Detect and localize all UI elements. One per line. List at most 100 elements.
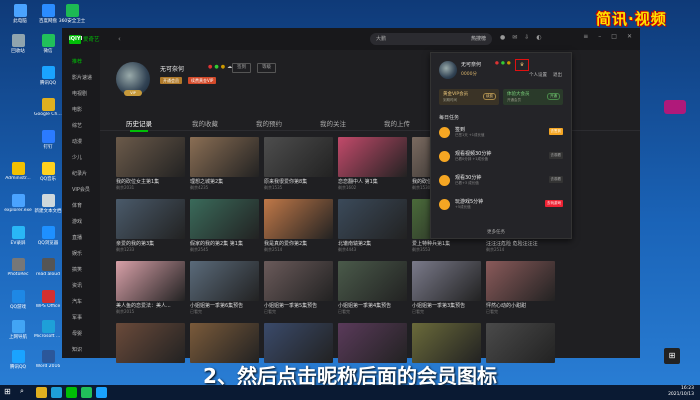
video-card[interactable]: 小姐姐第一季第3集预告 已看完 [412, 261, 481, 315]
desktop-icon[interactable]: 上网导航 [4, 320, 32, 340]
sidebar-item[interactable]: 知识 [72, 346, 82, 353]
trial-vip-open-button[interactable]: 开通 [547, 93, 560, 100]
video-title[interactable]: 恋恋翻中人 第1集 [338, 178, 407, 185]
video-thumbnail[interactable] [264, 323, 333, 363]
sidebar-item[interactable]: 搞笑 [72, 266, 82, 273]
video-thumbnail[interactable] [264, 261, 333, 301]
desktop-icon[interactable]: 360安全卫士 [58, 4, 86, 24]
video-thumbnail[interactable] [264, 137, 333, 177]
desktop-icon[interactable]: 腾讯QQ [34, 66, 62, 86]
video-card[interactable] [190, 323, 259, 364]
video-thumbnail[interactable] [412, 261, 481, 301]
gold-vip-renew-button[interactable]: 续费 [483, 93, 496, 100]
video-title[interactable]: 亲爱的我的第3集 [116, 240, 185, 247]
taskbar-app-explorer-icon[interactable] [36, 387, 47, 398]
video-card[interactable]: 理想之城第2集 剩余4235 [190, 137, 259, 191]
video-title[interactable]: 怦然心动的小甜甜 [486, 302, 555, 309]
desktop-icon[interactable]: QQ音乐 [34, 162, 62, 182]
checkin-tag[interactable]: 签到 [232, 63, 251, 73]
video-title[interactable]: 北辙南辕第2集 [338, 240, 407, 247]
sidebar-item[interactable]: 纪录片 [72, 170, 87, 177]
taskbar-app-edge-icon[interactable] [51, 387, 62, 398]
dropdown-avatar[interactable] [439, 61, 457, 79]
sidebar-item[interactable]: 电视剧 [72, 90, 87, 97]
tab-4[interactable]: 我的关注 [320, 118, 346, 128]
maximize-icon[interactable]: □ [611, 33, 617, 40]
app-logo[interactable]: iQIYI 爱奇艺 [69, 34, 100, 44]
hot-search-button[interactable]: 热搜榜 [471, 35, 486, 42]
task-action-button[interactable]: 去观看 [548, 176, 563, 183]
level-tag[interactable]: 等级 [257, 63, 276, 73]
video-card[interactable]: 美人鱼的恋爱法：美人... 剩余2015 [116, 261, 185, 315]
back-arrow-icon[interactable]: ‹ [118, 35, 121, 43]
video-thumbnail[interactable] [116, 137, 185, 177]
trial-vip-box[interactable]: 体验大会员 开通会员 开通 [503, 89, 563, 105]
video-thumbnail[interactable] [338, 137, 407, 177]
video-card[interactable]: 北辙南辕第2集 剩余4443 [338, 199, 407, 253]
video-card[interactable]: 原来我很爱你第8集 剩余1535 [264, 137, 333, 191]
close-icon[interactable]: ✕ [627, 33, 632, 40]
sidebar-item[interactable]: 少儿 [72, 154, 82, 161]
tab-1[interactable]: 历史记录 [126, 118, 152, 132]
sidebar-item[interactable]: 综艺 [72, 122, 82, 129]
video-title[interactable]: 爱上特种兵第1集 [412, 240, 481, 247]
desktop-icon[interactable]: PhotoRec [4, 258, 32, 277]
logout-link[interactable]: 退出 [553, 72, 562, 78]
personal-settings-link[interactable]: 个人设置 [529, 72, 547, 78]
message-icon[interactable]: ✉ [512, 34, 517, 41]
desktop-icon[interactable]: Administr... [4, 162, 32, 181]
video-thumbnail[interactable] [190, 137, 259, 177]
video-card[interactable] [486, 323, 555, 364]
sidebar-item[interactable]: 影片速递 [72, 74, 92, 81]
video-card[interactable]: 我是真的爱你第2集 剩余2514 [264, 199, 333, 253]
video-thumbnail[interactable] [486, 323, 555, 363]
task-action-button[interactable]: 去签到 [548, 128, 563, 135]
search-input[interactable]: 大鹏 热搜榜 [370, 33, 492, 45]
sidebar-item[interactable]: 娱乐 [72, 250, 82, 257]
minimize-icon[interactable]: – [598, 33, 601, 40]
sidebar-item[interactable]: VIP会员 [72, 186, 90, 193]
video-card[interactable]: 亲爱的我的第3集 剩余1233 [116, 199, 185, 253]
sidebar-item[interactable]: 军事 [72, 314, 82, 321]
video-title[interactable]: 原来我很爱你第8集 [264, 178, 333, 185]
sidebar-item[interactable]: 直播 [72, 234, 82, 241]
search-icon[interactable]: ⌕ [20, 387, 24, 396]
sidebar-item[interactable]: 电影 [72, 106, 82, 113]
video-thumbnail[interactable] [264, 199, 333, 239]
tab-5[interactable]: 我的上传 [384, 118, 410, 128]
video-thumbnail[interactable] [116, 199, 185, 239]
video-title[interactable]: 假家的我的第2集 第1集 [190, 240, 259, 247]
open-vip-pill[interactable]: 开通会员 [160, 77, 182, 84]
sidebar-item[interactable]: 动漫 [72, 138, 82, 145]
video-card[interactable] [116, 323, 185, 364]
taskbar-app-wechat-icon[interactable] [81, 387, 92, 398]
desktop-icon[interactable]: read aloud [34, 258, 62, 277]
more-tasks-link[interactable]: 更多任务 [487, 229, 505, 235]
gold-vip-box[interactable]: 黄金VIP会员 到期时间 续费 [439, 89, 499, 105]
video-card[interactable]: 恋恋翻中人 第1集 剩余1602 [338, 137, 407, 191]
skin-icon[interactable]: ◐ [536, 34, 541, 41]
desktop-icon[interactable]: explorer.exe [4, 194, 32, 213]
video-card[interactable]: 假家的我的第2集 第1集 剩余2545 [190, 199, 259, 253]
video-title[interactable]: 小姐姐第一季第3集预告 [412, 302, 481, 309]
vip-member-icon[interactable]: ♛ [515, 59, 529, 71]
video-title[interactable]: 我的砍位女主第1集 [116, 178, 185, 185]
taskbar-app-iqiyi-icon[interactable] [66, 387, 77, 398]
desktop-icon[interactable]: WPS Office [34, 290, 62, 309]
video-title[interactable]: 汪汪汪危险 危险汪汪汪 [486, 240, 555, 247]
download-icon[interactable]: ⇩ [524, 34, 529, 41]
desktop-icon[interactable]: 此电脑 [6, 4, 34, 24]
sidebar-item[interactable]: 推荐 [72, 58, 82, 65]
system-clock[interactable]: 16:23 2021/10/13 [668, 386, 694, 398]
desktop-icon[interactable]: Google Chrome [34, 98, 62, 117]
user-avatar-icon[interactable]: ● [500, 34, 505, 41]
video-title[interactable]: 小姐姐第一季第5集预告 [264, 302, 333, 309]
renew-vip-pill[interactable]: 续费黄金VIP [188, 77, 217, 84]
task-action-button[interactable]: 去玩游戏 [545, 200, 563, 207]
video-card[interactable] [412, 323, 481, 364]
video-thumbnail[interactable] [412, 323, 481, 363]
taskbar-app-qq-icon[interactable] [96, 387, 107, 398]
video-thumbnail[interactable] [338, 199, 407, 239]
desktop-icon[interactable]: 新建文本文档 [34, 194, 62, 214]
video-thumbnail[interactable] [190, 199, 259, 239]
